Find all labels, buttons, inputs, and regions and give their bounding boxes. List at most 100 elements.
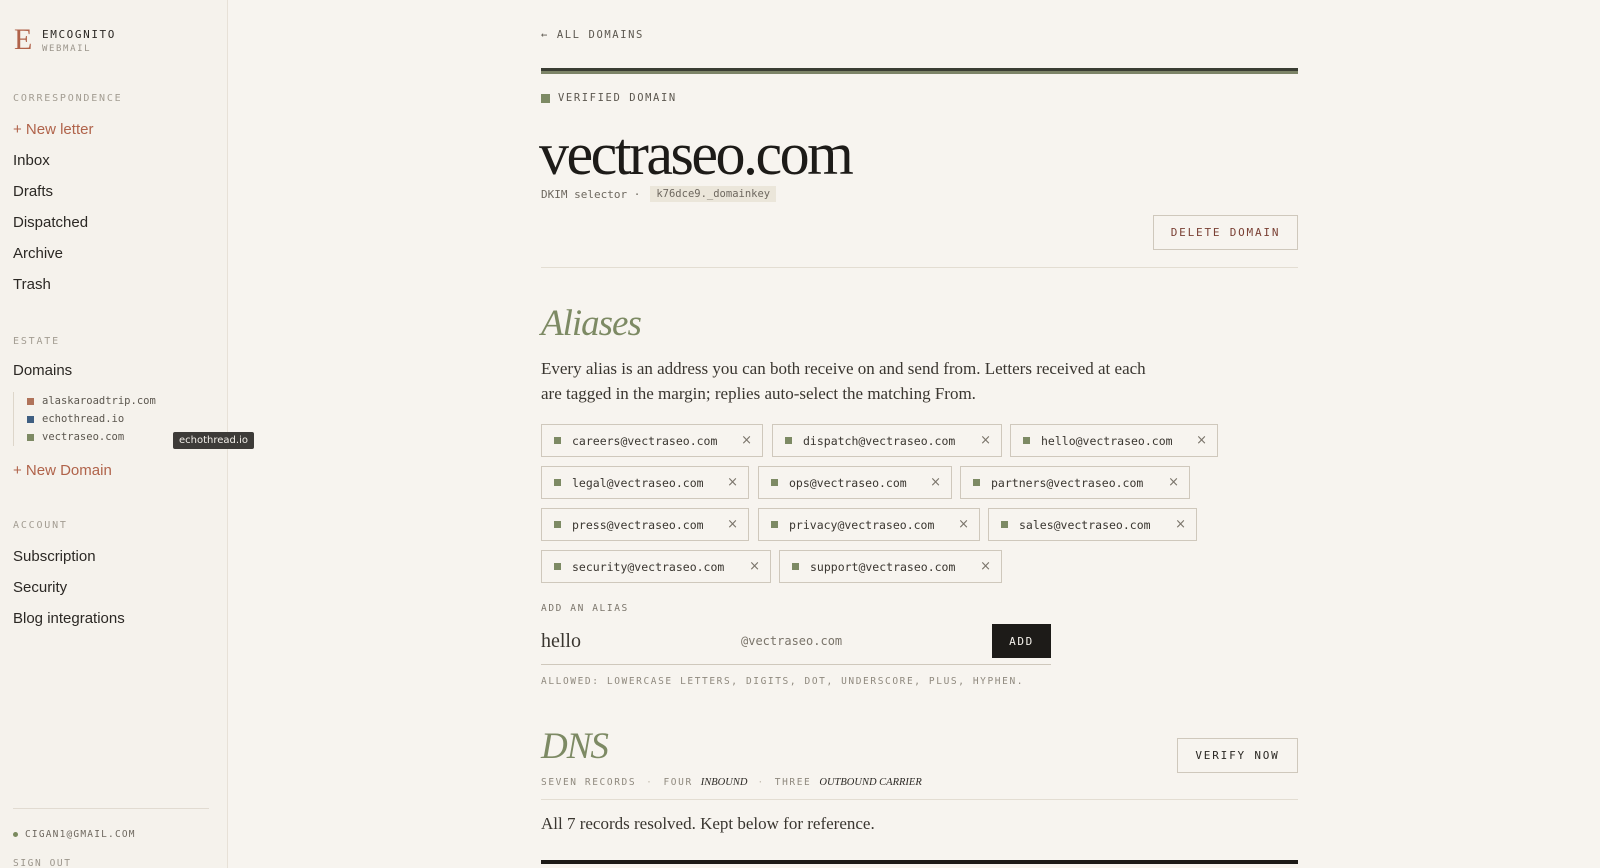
dns-outbound: OUTBOUND CARRIER xyxy=(819,777,922,788)
remove-alias-icon[interactable]: × xyxy=(958,517,969,533)
alias-label: support@vectraseo.com xyxy=(810,559,956,574)
alias-dot xyxy=(771,521,778,528)
remove-alias-icon[interactable]: × xyxy=(1196,433,1207,449)
alias-chip-support: support@vectraseo.com × xyxy=(779,550,1002,583)
remove-alias-icon[interactable]: × xyxy=(1175,517,1186,533)
sidebar-item-dispatched[interactable]: Dispatched xyxy=(13,214,88,231)
section-label-account: ACCOUNT xyxy=(13,520,68,531)
remove-alias-icon[interactable]: × xyxy=(930,475,941,491)
dns-three: THREE xyxy=(774,777,812,788)
alias-chip-legal: legal@vectraseo.com × xyxy=(541,466,749,499)
alias-chip-press: press@vectraseo.com × xyxy=(541,508,749,541)
alias-label: legal@vectraseo.com xyxy=(572,475,704,490)
sidebar-item-blog-integrations[interactable]: Blog integrations xyxy=(13,610,125,627)
sidebar-item-drafts[interactable]: Drafts xyxy=(13,183,53,200)
sidebar-divider xyxy=(13,808,209,809)
domain-list: alaskaroadtrip.com echothread.io vectras… xyxy=(13,392,156,446)
alias-domain-suffix: @vectraseo.com xyxy=(741,634,843,648)
section-label-estate: ESTATE xyxy=(13,336,60,347)
account-email: CIGAN1@GMAIL.COM xyxy=(13,829,136,840)
alias-rules-hint: ALLOWED: LOWERCASE LETTERS, DIGITS, DOT,… xyxy=(541,676,1025,687)
alias-label: sales@vectraseo.com xyxy=(1019,517,1151,532)
aliases-heading: Aliases xyxy=(541,303,642,344)
alias-label: press@vectraseo.com xyxy=(572,517,704,532)
domain-item-label: vectraseo.com xyxy=(42,431,125,443)
dkim-selector: DKIM selector · k76dce9._domainkey xyxy=(541,186,777,202)
sidebar-item-security[interactable]: Security xyxy=(13,579,67,596)
sign-out-link[interactable]: SIGN OUT xyxy=(13,858,72,868)
remove-alias-icon[interactable]: × xyxy=(727,475,738,491)
table-top-rule xyxy=(541,860,1298,864)
account-email-label: CIGAN1@GMAIL.COM xyxy=(25,829,136,840)
remove-alias-icon[interactable]: × xyxy=(1168,475,1179,491)
remove-alias-icon[interactable]: × xyxy=(980,559,991,575)
alias-chip-careers: careers@vectraseo.com × xyxy=(541,424,763,457)
status-dot-icon xyxy=(13,832,18,837)
separator: · xyxy=(757,777,765,788)
alias-chip-partners: partners@vectraseo.com × xyxy=(960,466,1190,499)
alias-dot xyxy=(973,479,980,486)
alias-label: partners@vectraseo.com xyxy=(991,475,1144,490)
domain-color-dot xyxy=(27,433,34,441)
divider xyxy=(541,267,1298,268)
alias-label: ops@vectraseo.com xyxy=(789,475,907,490)
alias-input[interactable] xyxy=(541,628,731,654)
section-label-correspondence: CORRESPONDENCE xyxy=(13,93,123,104)
sidebar-item-domains[interactable]: Domains xyxy=(13,362,72,379)
dns-summary: SEVEN RECORDS · FOUR INBOUND · THREE OUT… xyxy=(541,777,922,788)
alias-chip-sales: sales@vectraseo.com × xyxy=(988,508,1197,541)
domain-item-vectraseo[interactable]: vectraseo.com xyxy=(27,428,156,446)
verified-icon xyxy=(541,93,550,103)
separator: · xyxy=(646,777,654,788)
alias-dot xyxy=(1023,437,1030,444)
alias-dot xyxy=(785,437,792,444)
delete-domain-button[interactable]: DELETE DOMAIN xyxy=(1153,215,1298,250)
brand[interactable]: E EMCOGNITO WEBMAIL xyxy=(14,23,117,56)
alias-chip-dispatch: dispatch@vectraseo.com × xyxy=(772,424,1002,457)
verify-now-button[interactable]: VERIFY NOW xyxy=(1177,738,1298,773)
brand-name: EMCOGNITO xyxy=(42,28,117,41)
remove-alias-icon[interactable]: × xyxy=(727,517,738,533)
alias-dot xyxy=(771,479,778,486)
dkim-value: k76dce9._domainkey xyxy=(650,186,777,202)
new-domain-button[interactable]: + New Domain xyxy=(13,462,112,479)
add-alias-label: ADD AN ALIAS xyxy=(541,603,629,614)
sidebar-item-subscription[interactable]: Subscription xyxy=(13,548,96,565)
header-rule xyxy=(541,68,1298,74)
domain-color-dot xyxy=(27,397,34,405)
remove-alias-icon[interactable]: × xyxy=(749,559,760,575)
alias-dot xyxy=(1001,521,1008,528)
alias-label: security@vectraseo.com xyxy=(572,559,725,574)
domain-item-echothread[interactable]: echothread.io xyxy=(27,410,156,428)
alias-label: privacy@vectraseo.com xyxy=(789,517,935,532)
sidebar-item-inbox[interactable]: Inbox xyxy=(13,152,50,169)
alias-dot xyxy=(792,563,799,570)
aliases-description: Every alias is an address you can both r… xyxy=(541,359,1146,403)
domain-item-label: alaskaroadtrip.com xyxy=(42,395,156,407)
dns-records-count: SEVEN RECORDS xyxy=(541,777,637,788)
alias-label: careers@vectraseo.com xyxy=(572,433,718,448)
remove-alias-icon[interactable]: × xyxy=(980,433,991,449)
alias-dot xyxy=(554,437,561,444)
verified-label: VERIFIED DOMAIN xyxy=(558,92,677,104)
input-underline xyxy=(541,664,1051,665)
back-to-domains-link[interactable]: ← ALL DOMAINS xyxy=(541,29,644,41)
domain-item-alaskaroadtrip[interactable]: alaskaroadtrip.com xyxy=(27,392,156,410)
add-alias-button[interactable]: ADD xyxy=(992,624,1051,658)
sidebar: E EMCOGNITO WEBMAIL CORRESPONDENCE + New… xyxy=(0,0,254,868)
dns-heading: DNS xyxy=(541,726,609,767)
alias-dot xyxy=(554,521,561,528)
domain-color-dot xyxy=(27,415,34,423)
sidebar-item-archive[interactable]: Archive xyxy=(13,245,63,262)
domain-tooltip: echothread.io xyxy=(173,432,254,449)
domain-item-label: echothread.io xyxy=(42,413,125,425)
domain-detail: ← ALL DOMAINS VERIFIED DOMAIN vectraseo.… xyxy=(539,0,1298,868)
remove-alias-icon[interactable]: × xyxy=(741,433,752,449)
sidebar-item-trash[interactable]: Trash xyxy=(13,276,51,293)
alias-dot xyxy=(554,479,561,486)
new-letter-button[interactable]: + New letter xyxy=(13,121,93,138)
alias-chip-hello: hello@vectraseo.com × xyxy=(1010,424,1218,457)
brand-logo: E xyxy=(14,23,33,56)
alias-label: hello@vectraseo.com xyxy=(1041,433,1173,448)
brand-subtitle: WEBMAIL xyxy=(42,44,92,54)
